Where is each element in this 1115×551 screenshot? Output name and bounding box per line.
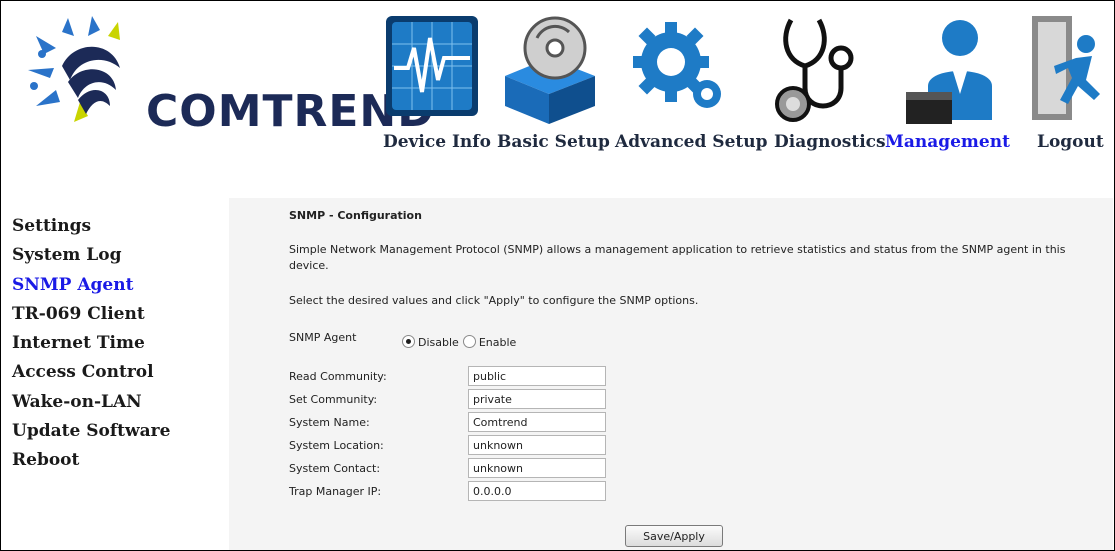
system-contact-label: System Contact: (289, 462, 381, 475)
sidebar-menu: Settings System Log SNMP Agent TR-069 Cl… (12, 212, 222, 476)
snmp-agent-label: SNMP Agent (289, 331, 357, 344)
starburst-logo-icon (28, 16, 120, 122)
nav-diagnostics[interactable]: Diagnostics (774, 132, 886, 152)
nav-management[interactable]: Management (885, 132, 1010, 152)
advanced-setup-icon[interactable] (627, 8, 727, 126)
sidebar-item-snmp-agent[interactable]: SNMP Agent (12, 271, 222, 300)
nav-basic-setup[interactable]: Basic Setup (497, 132, 610, 152)
logout-icon[interactable] (1028, 8, 1108, 126)
form-row-system-contact: System Contact: (289, 458, 689, 480)
nav-device-info[interactable]: Device Info (383, 132, 491, 152)
system-name-label: System Name: (289, 416, 370, 429)
sidebar-item-update-software[interactable]: Update Software (12, 417, 222, 446)
sidebar-item-internet-time[interactable]: Internet Time (12, 329, 222, 358)
form-row-system-location: System Location: (289, 435, 689, 457)
enable-radio-label: Enable (478, 336, 517, 349)
disable-radio-label: Disable (418, 336, 459, 349)
sidebar-item-settings[interactable]: Settings (12, 212, 222, 241)
sidebar-item-system-log[interactable]: System Log (12, 241, 222, 270)
read-community-label: Read Community: (289, 370, 387, 383)
form-row-set-community: Set Community: (289, 389, 689, 411)
snmp-agent-radio-group: Disable Enable (402, 330, 520, 349)
set-community-input[interactable] (468, 389, 606, 409)
set-community-label: Set Community: (289, 393, 378, 406)
page-title: SNMP - Configuration (289, 209, 422, 222)
system-contact-input[interactable] (468, 458, 606, 478)
diagnostics-icon[interactable] (771, 8, 861, 126)
management-icon[interactable] (900, 8, 1000, 126)
form-row-read-community: Read Community: (289, 366, 689, 388)
nav-advanced-setup[interactable]: Advanced Setup (615, 132, 768, 152)
system-name-input[interactable] (468, 412, 606, 432)
nav-logout[interactable]: Logout (1037, 132, 1104, 152)
enable-radio[interactable] (462, 334, 476, 348)
instruction-text: Select the desired values and click "App… (289, 294, 699, 307)
comtrend-logo: COMTREND (22, 10, 434, 150)
sidebar-item-access-control[interactable]: Access Control (12, 358, 222, 387)
system-location-label: System Location: (289, 439, 384, 452)
system-location-input[interactable] (468, 435, 606, 455)
device-info-icon[interactable] (376, 8, 492, 126)
disable-radio[interactable] (402, 334, 415, 348)
form-row-trap-manager-ip: Trap Manager IP: (289, 481, 689, 503)
save-apply-button[interactable]: Save/Apply (625, 525, 723, 547)
sidebar-item-wake-on-lan[interactable]: Wake-on-LAN (12, 388, 222, 417)
page-description: Simple Network Management Protocol (SNMP… (289, 243, 1066, 272)
trap-manager-ip-input[interactable] (468, 481, 606, 501)
basic-setup-icon[interactable] (497, 8, 603, 126)
main-panel: SNMP - Configuration Simple Network Mana… (229, 198, 1113, 550)
sidebar-item-reboot[interactable]: Reboot (12, 446, 222, 475)
trap-manager-ip-label: Trap Manager IP: (289, 485, 382, 498)
sidebar-item-tr069-client[interactable]: TR-069 Client (12, 300, 222, 329)
read-community-input[interactable] (468, 366, 606, 386)
form-row-system-name: System Name: (289, 412, 689, 434)
